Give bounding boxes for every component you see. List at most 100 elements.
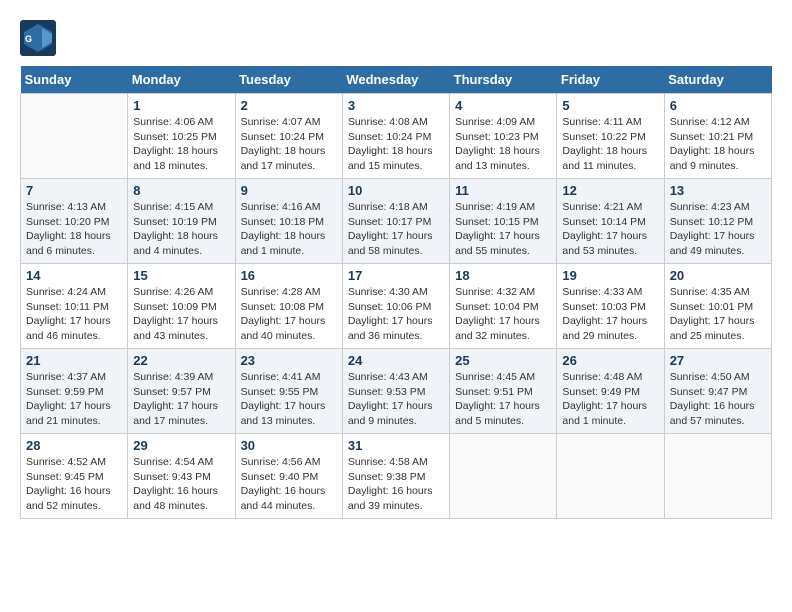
cell-content: Sunrise: 4:06 AMSunset: 10:25 PMDaylight…	[133, 115, 229, 174]
calendar-cell: 16 Sunrise: 4:28 AMSunset: 10:08 PMDaylig…	[235, 264, 342, 349]
day-number: 29	[133, 438, 229, 453]
calendar-cell: 27 Sunrise: 4:50 AMSunset: 9:47 PMDayligh…	[664, 349, 771, 434]
day-number: 27	[670, 353, 766, 368]
calendar-cell: 13Sunrise: 4:23 AMSunset: 10:12 PMDaylig…	[664, 179, 771, 264]
weekday-header: Saturday	[664, 66, 771, 94]
calendar-cell: 11Sunrise: 4:19 AMSunset: 10:15 PMDaylig…	[450, 179, 557, 264]
calendar-cell: 31 Sunrise: 4:58 AMSunset: 9:38 PMDayligh…	[342, 434, 449, 519]
cell-content: Sunrise: 4:30 AMSunset: 10:06 PMDaylight…	[348, 285, 444, 344]
calendar-cell: 5Sunrise: 4:11 AMSunset: 10:22 PMDayligh…	[557, 94, 664, 179]
day-number: 3	[348, 98, 444, 113]
cell-content: Sunrise: 4:12 AMSunset: 10:21 PMDaylight…	[670, 115, 766, 174]
cell-content: Sunrise: 4:54 AMSunset: 9:43 PMDaylight:…	[133, 455, 229, 514]
calendar-cell: 15 Sunrise: 4:26 AMSunset: 10:09 PMDaylig…	[128, 264, 235, 349]
calendar-cell: 25Sunrise: 4:45 AMSunset: 9:51 PMDayligh…	[450, 349, 557, 434]
day-number: 14	[26, 268, 122, 283]
calendar-cell: 26 Sunrise: 4:48 AMSunset: 9:49 PMDayligh…	[557, 349, 664, 434]
calendar-cell: 23Sunrise: 4:41 AMSunset: 9:55 PMDayligh…	[235, 349, 342, 434]
calendar-cell: 6 Sunrise: 4:12 AMSunset: 10:21 PMDayligh…	[664, 94, 771, 179]
day-number: 1	[133, 98, 229, 113]
cell-content: Sunrise: 4:26 AMSunset: 10:09 PMDaylight…	[133, 285, 229, 344]
day-number: 31	[348, 438, 444, 453]
calendar-cell: 14 Sunrise: 4:24 AMSunset: 10:11 PMDaylig…	[21, 264, 128, 349]
calendar-cell: 29 Sunrise: 4:54 AMSunset: 9:43 PMDayligh…	[128, 434, 235, 519]
day-number: 7	[26, 183, 122, 198]
calendar-week-row: 21 Sunrise: 4:37 AMSunset: 9:59 PMDayligh…	[21, 349, 772, 434]
logo: G	[20, 20, 60, 56]
cell-content: Sunrise: 4:35 AMSunset: 10:01 PMDaylight…	[670, 285, 766, 344]
weekday-header: Friday	[557, 66, 664, 94]
cell-content: Sunrise: 4:37 AMSunset: 9:59 PMDaylight:…	[26, 370, 122, 429]
day-number: 6	[670, 98, 766, 113]
day-number: 23	[241, 353, 337, 368]
calendar-cell: 3Sunrise: 4:08 AMSunset: 10:24 PMDayligh…	[342, 94, 449, 179]
calendar-cell: 24 Sunrise: 4:43 AMSunset: 9:53 PMDayligh…	[342, 349, 449, 434]
day-number: 18	[455, 268, 551, 283]
day-number: 8	[133, 183, 229, 198]
day-number: 21	[26, 353, 122, 368]
calendar-week-row: 14 Sunrise: 4:24 AMSunset: 10:11 PMDaylig…	[21, 264, 772, 349]
cell-content: Sunrise: 4:50 AMSunset: 9:47 PMDaylight:…	[670, 370, 766, 429]
calendar-cell	[21, 94, 128, 179]
day-number: 22	[133, 353, 229, 368]
weekday-header-row: SundayMondayTuesdayWednesdayThursdayFrid…	[21, 66, 772, 94]
weekday-header: Tuesday	[235, 66, 342, 94]
calendar-cell: 7 Sunrise: 4:13 AMSunset: 10:20 PMDayligh…	[21, 179, 128, 264]
calendar-cell: 1 Sunrise: 4:06 AMSunset: 10:25 PMDayligh…	[128, 94, 235, 179]
calendar-cell: 17Sunrise: 4:30 AMSunset: 10:06 PMDaylig…	[342, 264, 449, 349]
calendar-cell: 30 Sunrise: 4:56 AMSunset: 9:40 PMDayligh…	[235, 434, 342, 519]
cell-content: Sunrise: 4:56 AMSunset: 9:40 PMDaylight:…	[241, 455, 337, 514]
calendar-cell: 9 Sunrise: 4:16 AMSunset: 10:18 PMDayligh…	[235, 179, 342, 264]
calendar-cell: 28 Sunrise: 4:52 AMSunset: 9:45 PMDayligh…	[21, 434, 128, 519]
weekday-header: Monday	[128, 66, 235, 94]
day-number: 11	[455, 183, 551, 198]
day-number: 20	[670, 268, 766, 283]
day-number: 26	[562, 353, 658, 368]
cell-content: Sunrise: 4:23 AMSunset: 10:12 PMDaylight…	[670, 200, 766, 259]
cell-content: Sunrise: 4:52 AMSunset: 9:45 PMDaylight:…	[26, 455, 122, 514]
cell-content: Sunrise: 4:48 AMSunset: 9:49 PMDaylight:…	[562, 370, 658, 429]
day-number: 2	[241, 98, 337, 113]
calendar-cell: 10 Sunrise: 4:18 AMSunset: 10:17 PMDaylig…	[342, 179, 449, 264]
calendar-cell: 20 Sunrise: 4:35 AMSunset: 10:01 PMDaylig…	[664, 264, 771, 349]
day-number: 15	[133, 268, 229, 283]
calendar-cell	[664, 434, 771, 519]
calendar-week-row: 1 Sunrise: 4:06 AMSunset: 10:25 PMDayligh…	[21, 94, 772, 179]
cell-content: Sunrise: 4:16 AMSunset: 10:18 PMDaylight…	[241, 200, 337, 259]
cell-content: Sunrise: 4:33 AMSunset: 10:03 PMDaylight…	[562, 285, 658, 344]
day-number: 5	[562, 98, 658, 113]
page-header: G	[20, 20, 772, 56]
day-number: 28	[26, 438, 122, 453]
cell-content: Sunrise: 4:58 AMSunset: 9:38 PMDaylight:…	[348, 455, 444, 514]
weekday-header: Thursday	[450, 66, 557, 94]
day-number: 24	[348, 353, 444, 368]
cell-content: Sunrise: 4:21 AMSunset: 10:14 PMDaylight…	[562, 200, 658, 259]
calendar-cell: 12Sunrise: 4:21 AMSunset: 10:14 PMDaylig…	[557, 179, 664, 264]
cell-content: Sunrise: 4:09 AMSunset: 10:23 PMDaylight…	[455, 115, 551, 174]
calendar-cell: 18 Sunrise: 4:32 AMSunset: 10:04 PMDaylig…	[450, 264, 557, 349]
cell-content: Sunrise: 4:24 AMSunset: 10:11 PMDaylight…	[26, 285, 122, 344]
calendar-cell: 4Sunrise: 4:09 AMSunset: 10:23 PMDayligh…	[450, 94, 557, 179]
cell-content: Sunrise: 4:43 AMSunset: 9:53 PMDaylight:…	[348, 370, 444, 429]
svg-text:G: G	[25, 34, 32, 44]
logo-icon: G	[20, 20, 56, 56]
cell-content: Sunrise: 4:28 AMSunset: 10:08 PMDaylight…	[241, 285, 337, 344]
cell-content: Sunrise: 4:32 AMSunset: 10:04 PMDaylight…	[455, 285, 551, 344]
calendar-cell	[450, 434, 557, 519]
day-number: 19	[562, 268, 658, 283]
day-number: 30	[241, 438, 337, 453]
cell-content: Sunrise: 4:18 AMSunset: 10:17 PMDaylight…	[348, 200, 444, 259]
day-number: 16	[241, 268, 337, 283]
calendar-cell: 21 Sunrise: 4:37 AMSunset: 9:59 PMDayligh…	[21, 349, 128, 434]
calendar-cell	[557, 434, 664, 519]
day-number: 10	[348, 183, 444, 198]
calendar-week-row: 28 Sunrise: 4:52 AMSunset: 9:45 PMDayligh…	[21, 434, 772, 519]
calendar-week-row: 7 Sunrise: 4:13 AMSunset: 10:20 PMDayligh…	[21, 179, 772, 264]
cell-content: Sunrise: 4:15 AMSunset: 10:19 PMDaylight…	[133, 200, 229, 259]
day-number: 9	[241, 183, 337, 198]
cell-content: Sunrise: 4:13 AMSunset: 10:20 PMDaylight…	[26, 200, 122, 259]
calendar-cell: 19 Sunrise: 4:33 AMSunset: 10:03 PMDaylig…	[557, 264, 664, 349]
weekday-header: Wednesday	[342, 66, 449, 94]
day-number: 25	[455, 353, 551, 368]
weekday-header: Sunday	[21, 66, 128, 94]
